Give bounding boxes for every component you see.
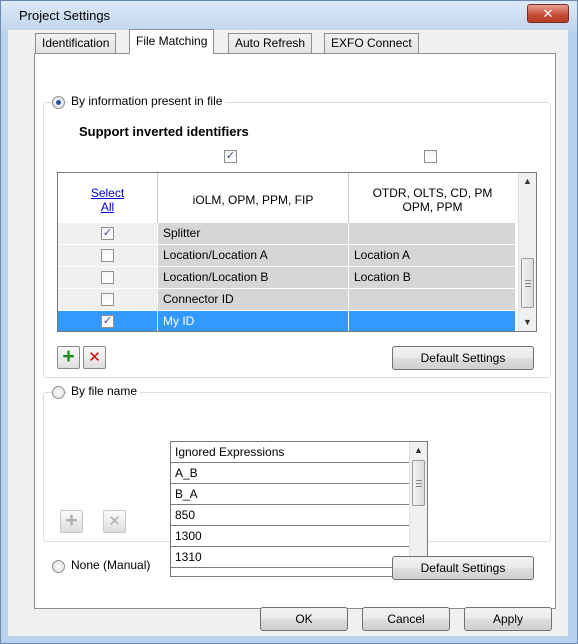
- default-settings-button-top[interactable]: Default Settings: [392, 346, 534, 370]
- row-checkbox[interactable]: ✓: [101, 227, 114, 240]
- select-text: Select: [90, 185, 125, 200]
- title-bar[interactable]: Project Settings ✕: [1, 1, 577, 31]
- check-icon: ✓: [102, 227, 113, 239]
- tab-label: Identification: [42, 36, 110, 50]
- row-checkbox[interactable]: [101, 271, 114, 284]
- add-row-button[interactable]: +: [57, 346, 80, 369]
- row-checkbox[interactable]: [101, 249, 114, 262]
- by-file-name-radio[interactable]: [52, 386, 65, 399]
- column-header-iolm: iOLM, OPM, PPM, FIP: [158, 173, 349, 227]
- scroll-thumb[interactable]: [521, 258, 534, 308]
- add-expression-button[interactable]: +: [60, 510, 83, 533]
- plus-icon: +: [65, 509, 78, 532]
- tab-identification[interactable]: Identification: [35, 33, 117, 53]
- row-select-cell: [58, 245, 158, 267]
- tab-exfo-connect[interactable]: EXFO Connect: [324, 33, 419, 53]
- row-col1-cell[interactable]: My ID: [158, 311, 349, 331]
- delete-icon: ✕: [108, 513, 121, 530]
- tab-file-matching[interactable]: File Matching: [129, 29, 215, 54]
- tab-label: File Matching: [136, 34, 208, 48]
- table-row[interactable]: Location/Location B Location B: [58, 267, 516, 289]
- list-item[interactable]: A_B: [171, 463, 411, 484]
- row-col2-cell[interactable]: [349, 289, 516, 311]
- table-row[interactable]: Location/Location A Location A: [58, 245, 516, 267]
- row-select-cell: ✓: [58, 311, 158, 331]
- column-header-otdr: OTDR, OLTS, CD, PM OPM, PPM: [349, 173, 516, 227]
- close-icon: ✕: [542, 6, 554, 21]
- row-checkbox[interactable]: [101, 293, 114, 306]
- tab-auto-refresh[interactable]: Auto Refresh: [228, 33, 313, 53]
- row-col1-cell[interactable]: Splitter: [158, 223, 349, 245]
- window-title: Project Settings: [19, 8, 111, 23]
- ok-button[interactable]: OK: [260, 607, 348, 631]
- table-row[interactable]: ✓ Splitter: [58, 223, 516, 245]
- by-info-label: By information present in file: [68, 94, 226, 108]
- row-col1-cell[interactable]: Location/Location B: [158, 267, 349, 289]
- grid-vertical-scrollbar[interactable]: ▲ ▼: [518, 173, 536, 331]
- identifiers-grid: Select All iOLM, OPM, PPM, FIP OTDR, OLT…: [57, 172, 537, 332]
- row-col2-cell[interactable]: Location B: [349, 267, 516, 289]
- list-item[interactable]: B_A: [171, 484, 411, 505]
- row-col2-cell[interactable]: [349, 311, 516, 331]
- check-icon: ✓: [102, 315, 113, 327]
- row-col1-cell[interactable]: Location/Location A: [158, 245, 349, 267]
- tab-label: EXFO Connect: [331, 36, 412, 50]
- support-inverted-checkbox-col1[interactable]: ✓: [224, 150, 237, 163]
- remove-row-button[interactable]: ✕: [83, 346, 106, 369]
- support-inverted-checkbox-col2[interactable]: [424, 150, 437, 163]
- scroll-down-icon[interactable]: ▼: [519, 314, 536, 331]
- all-text: All: [100, 199, 115, 214]
- list-header: Ignored Expressions: [171, 442, 411, 463]
- select-all-link[interactable]: Select All: [91, 186, 124, 214]
- default-settings-button-bottom[interactable]: Default Settings: [392, 556, 534, 580]
- row-select-cell: [58, 267, 158, 289]
- row-select-cell: ✓: [58, 223, 158, 245]
- ignored-expressions-list[interactable]: Ignored Expressions A_B B_A 850 1300 131…: [170, 441, 428, 577]
- row-col2-cell[interactable]: [349, 223, 516, 245]
- row-col2-cell[interactable]: Location A: [349, 245, 516, 267]
- delete-icon: ✕: [88, 349, 101, 366]
- scroll-up-icon[interactable]: ▲: [410, 442, 427, 459]
- close-button[interactable]: ✕: [527, 4, 569, 23]
- grid-header: Select All iOLM, OPM, PPM, FIP OTDR, OLT…: [58, 173, 536, 227]
- select-all-header: Select All: [58, 173, 158, 227]
- list-item[interactable]: 850: [171, 505, 411, 526]
- table-row[interactable]: Connector ID: [58, 289, 516, 311]
- scroll-thumb[interactable]: [412, 460, 425, 506]
- list-item[interactable]: 1300: [171, 526, 411, 547]
- list-item[interactable]: 1310: [171, 547, 411, 568]
- by-file-name-label: By file name: [68, 384, 141, 398]
- check-icon: ✓: [225, 150, 236, 162]
- column-header-text: OPM, PPM: [402, 199, 463, 214]
- apply-button[interactable]: Apply: [464, 607, 552, 631]
- row-col1-cell[interactable]: Connector ID: [158, 289, 349, 311]
- column-header-text: iOLM, OPM, PPM, FIP: [192, 192, 314, 207]
- by-info-radio[interactable]: [52, 96, 65, 109]
- row-select-cell: [58, 289, 158, 311]
- row-checkbox[interactable]: ✓: [101, 315, 114, 328]
- none-manual-radio[interactable]: [52, 560, 65, 573]
- none-manual-label: None (Manual): [71, 558, 151, 572]
- table-row-selected[interactable]: ✓ My ID: [58, 311, 516, 331]
- tab-label: Auto Refresh: [235, 36, 306, 50]
- column-header-text: OTDR, OLTS, CD, PM: [372, 185, 493, 200]
- scroll-up-icon[interactable]: ▲: [519, 173, 536, 190]
- support-inverted-label: Support inverted identifiers: [79, 124, 249, 139]
- remove-expression-button[interactable]: ✕: [103, 510, 126, 533]
- plus-icon: +: [62, 345, 75, 368]
- cancel-button[interactable]: Cancel: [362, 607, 450, 631]
